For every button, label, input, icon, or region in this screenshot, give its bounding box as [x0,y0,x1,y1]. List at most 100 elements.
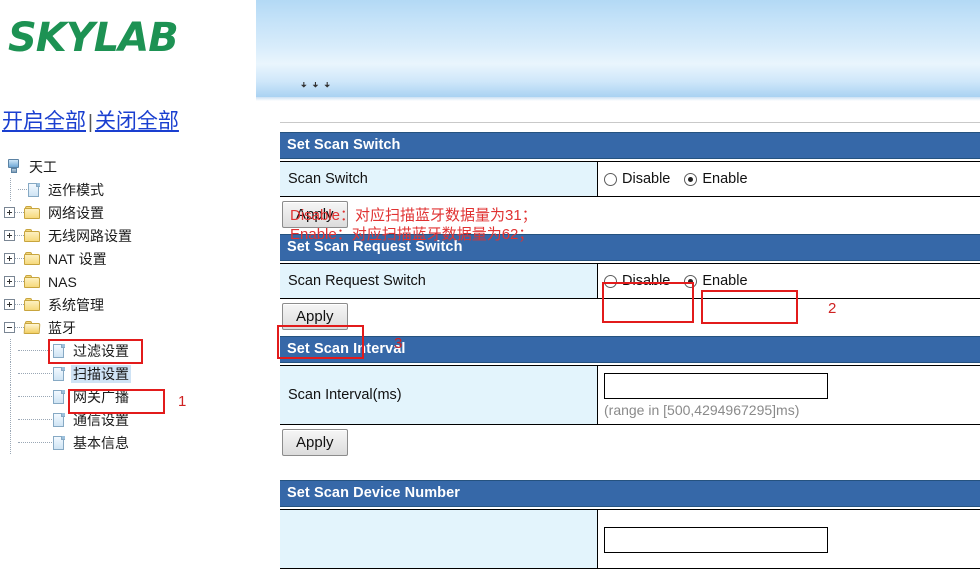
row-scan-device-number [280,509,980,569]
note-disable: Disable：对应扫描蓝牙数据量为31； [290,207,537,224]
radio-scan-request-disable[interactable]: Disable [604,273,670,289]
value-scan-device-number [598,510,980,568]
page-icon [52,389,66,405]
tree-guide-dash [18,396,52,397]
tree-guide [4,362,18,385]
row-scan-request-switch: Scan Request Switch Disable Enable [280,263,980,299]
sidebar-item-12[interactable]: 基本信息 [4,431,254,454]
sidebar-item-4[interactable]: NAT 设置 [4,247,254,270]
sidebar-item-10[interactable]: 网关广播 [4,385,254,408]
tree-guide-dash [18,419,52,420]
sidebar-item-label: 系统管理 [48,296,104,313]
sidebar-item-label: 过滤设置 [73,342,129,359]
tree-toggle-plus-icon[interactable] [4,230,15,241]
sidebar-item-6[interactable]: 系统管理 [4,293,254,316]
radio-circle-selected-icon [684,274,698,288]
scan-device-number-input[interactable] [604,526,828,553]
page-icon [52,435,66,451]
radio-scan-request-enable[interactable]: Enable [684,273,748,289]
red-notes: Disable：对应扫描蓝牙数据量为31； Enable：对应扫描蓝牙数据量为6… [290,206,537,244]
radio-scan-switch-enable[interactable]: Enable [684,171,748,187]
tree-guide [4,385,18,408]
sidebar-item-7[interactable]: 蓝牙 [4,316,254,339]
annotation-number-1: 1 [178,393,187,410]
apply-button-scan-request-switch[interactable]: Apply [282,303,348,330]
tree-guide-dash [15,258,24,259]
sidebar-item-label: 通信设置 [73,411,129,428]
sidebar-item-2[interactable]: 网络设置 [4,201,254,224]
tree-guide-dash [18,373,52,374]
skylab-logo: SKYLAB [8,15,179,61]
folder-open-icon [23,320,41,335]
tree-guide-dash [15,281,24,282]
section-title-scan-switch: Set Scan Switch [280,132,980,159]
annotation-number-2: 2 [828,300,837,317]
value-scan-interval: (range in [500,4294967295]ms) [598,366,980,424]
tree-guide-dash [15,235,24,236]
btnbar-scan-interval: Apply [280,425,980,462]
tree-toggle-plus-icon[interactable] [4,276,15,287]
navigation-tree: 天工运作模式 网络设置无线网路设置 NAT 设置 NAS 系统管理蓝牙过滤设置扫描设置网… [4,155,254,454]
scrolled-cutoff-text: ꜜ ꜜ ꜜ [300,82,331,99]
btnbar-scan-request-switch: Apply [280,299,980,336]
folder-icon [24,228,41,243]
panel-set-scan-interval: Set Scan Interval Scan Interval(ms) (ran… [280,336,980,462]
computer-icon [7,159,22,174]
row-scan-interval: Scan Interval(ms) (range in [500,4294967… [280,365,980,425]
tree-guide-dash [15,327,24,328]
sidebar-item-3[interactable]: 无线网路设置 [4,224,254,247]
sidebar-item-label: NAS [48,273,77,290]
page-icon [52,412,66,428]
radio-circle-icon [604,172,617,186]
label-scan-switch: Scan Switch [280,162,598,196]
tree-toggle-plus-icon[interactable] [4,299,15,310]
panel-set-scan-request-switch: Set Scan Request Switch Scan Request Swi… [280,234,980,336]
sidebar-item-1[interactable]: 运作模式 [4,178,254,201]
sidebar-item-8[interactable]: 过滤设置 [4,339,254,362]
sidebar-item-label: 网关广播 [73,388,129,405]
tree-guide [4,178,18,201]
radio-label: Enable [702,273,748,289]
radio-label: Disable [622,171,671,187]
page-icon [52,366,66,382]
content-divider [280,122,980,123]
sidebar-item-label: 无线网路设置 [48,227,132,244]
sidebar-item-11[interactable]: 通信设置 [4,408,254,431]
label-scan-request-switch: Scan Request Switch [280,264,598,298]
label-scan-device-number [280,510,598,568]
tree-toggle-plus-icon[interactable] [4,207,15,218]
expand-all-link[interactable]: 开启全部 [2,110,86,133]
main-content: Set Scan Switch Scan Switch Disable Enab… [280,105,980,569]
collapse-all-link[interactable]: 关闭全部 [95,110,179,133]
page-root: SKYLAB 开启全部 |关闭全部 天工运作模式 网络设置无线网路设置 NAT 设置 N… [0,0,980,570]
page-icon [27,182,41,198]
sidebar-item-label: 蓝牙 [48,319,76,336]
sidebar-item-label: 天工 [29,158,57,175]
label-scan-interval: Scan Interval(ms) [280,366,598,424]
tree-guide [4,431,18,454]
scan-interval-input[interactable] [604,373,828,399]
link-separator: | [88,112,93,133]
tree-toggle-plus-icon[interactable] [4,253,15,264]
value-scan-switch: Disable Enable [598,162,980,196]
section-title-scan-device-number: Set Scan Device Number [280,480,980,507]
annotation-number-3: 3 [394,335,403,352]
value-scan-request-switch: Disable Enable [598,264,980,298]
scan-interval-range-hint: (range in [500,4294967295]ms) [604,402,800,418]
sidebar-item-0[interactable]: 天工 [4,155,254,178]
folder-icon [24,274,41,289]
sidebar-item-label: NAT 设置 [48,250,107,267]
apply-button-scan-interval[interactable]: Apply [282,429,348,456]
tree-guide-dash [18,442,52,443]
tree-toggle-links: 开启全部 |关闭全部 [2,105,179,135]
radio-scan-switch-disable[interactable]: Disable [604,171,670,187]
sidebar-item-9[interactable]: 扫描设置 [4,362,254,385]
radio-circle-selected-icon [684,172,698,186]
section-title-scan-interval: Set Scan Interval [280,336,980,363]
tree-guide [4,408,18,431]
tree-toggle-minus-icon[interactable] [4,322,15,333]
sidebar-item-5[interactable]: NAS [4,270,254,293]
tree-guide-dash [15,212,24,213]
radio-circle-icon [604,274,617,288]
tree-guide-dash [15,304,24,305]
